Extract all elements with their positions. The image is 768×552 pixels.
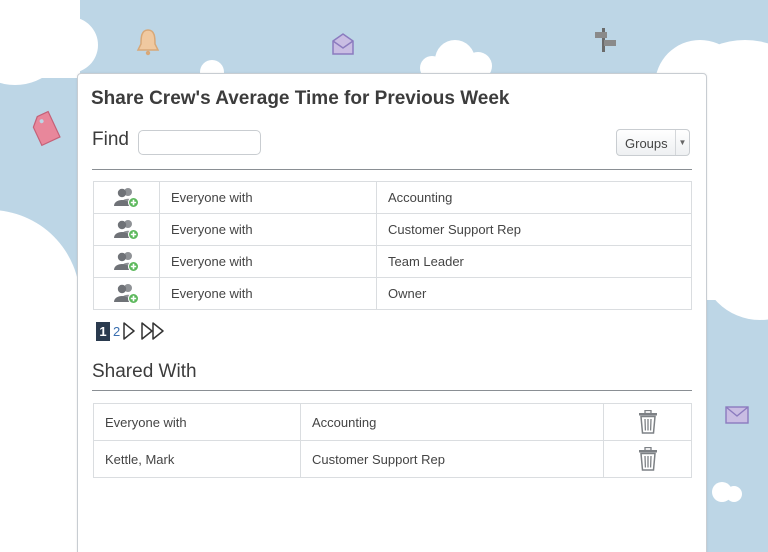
groups-select[interactable]: Groups ▼	[616, 129, 690, 156]
chevron-down-icon[interactable]: ▼	[675, 130, 689, 155]
pagination: 1 2	[96, 321, 168, 341]
table-row[interactable]: Everyone with Team Leader	[93, 245, 692, 278]
add-cell[interactable]	[93, 245, 160, 278]
cloud-left	[0, 210, 80, 552]
shared-who-cell: Everyone with	[93, 403, 301, 441]
share-dialog: Share Crew's Average Time for Previous W…	[77, 73, 707, 552]
group-add-icon[interactable]	[113, 219, 140, 241]
find-label: Find	[92, 129, 129, 150]
find-divider	[92, 169, 692, 170]
find-input[interactable]	[138, 130, 261, 155]
delete-cell[interactable]	[603, 440, 692, 478]
trash-icon[interactable]	[638, 447, 658, 471]
scope-cell: Everyone with	[159, 245, 377, 278]
table-row[interactable]: Everyone with Accounting	[93, 181, 692, 214]
shared-role-cell: Accounting	[300, 403, 604, 441]
table-row[interactable]: Everyone with Owner	[93, 277, 692, 310]
role-cell: Customer Support Rep	[376, 213, 692, 246]
trash-icon[interactable]	[638, 410, 658, 434]
add-cell[interactable]	[93, 181, 160, 214]
scope-cell: Everyone with	[159, 277, 377, 310]
scope-cell: Everyone with	[159, 181, 377, 214]
shared-with-table: Everyone with Accounting Kettle, Mark Cu…	[93, 403, 692, 478]
price-tag-icon	[32, 110, 61, 147]
group-add-icon[interactable]	[113, 251, 140, 273]
page-link-2[interactable]: 2	[113, 324, 120, 339]
scope-cell: Everyone with	[159, 213, 377, 246]
shared-with-title: Shared With	[92, 361, 197, 382]
table-row: Kettle, Mark Customer Support Rep	[93, 440, 692, 478]
cloud-bottom-right	[712, 482, 742, 502]
role-cell: Accounting	[376, 181, 692, 214]
add-cell[interactable]	[93, 213, 160, 246]
shared-role-cell: Customer Support Rep	[300, 440, 604, 478]
shared-who-cell: Kettle, Mark	[93, 440, 301, 478]
search-results-table: Everyone with Accounting Everyone with C…	[93, 181, 692, 310]
role-cell: Team Leader	[376, 245, 692, 278]
signpost-icon	[595, 28, 616, 52]
shared-divider	[92, 390, 692, 391]
next-page-icon[interactable]	[122, 321, 136, 341]
group-add-icon[interactable]	[113, 283, 140, 305]
role-cell: Owner	[376, 277, 692, 310]
groups-select-value: Groups	[625, 136, 668, 151]
bell-icon	[136, 29, 160, 56]
delete-cell[interactable]	[603, 403, 692, 441]
page-current: 1	[96, 321, 110, 341]
last-page-icon[interactable]	[140, 321, 168, 341]
group-add-icon[interactable]	[113, 187, 140, 209]
table-row[interactable]: Everyone with Customer Support Rep	[93, 213, 692, 246]
envelope-open-icon	[332, 33, 354, 55]
table-row: Everyone with Accounting	[93, 403, 692, 441]
envelope-icon	[725, 406, 749, 424]
add-cell[interactable]	[93, 277, 160, 310]
page-title: Share Crew's Average Time for Previous W…	[91, 88, 510, 109]
